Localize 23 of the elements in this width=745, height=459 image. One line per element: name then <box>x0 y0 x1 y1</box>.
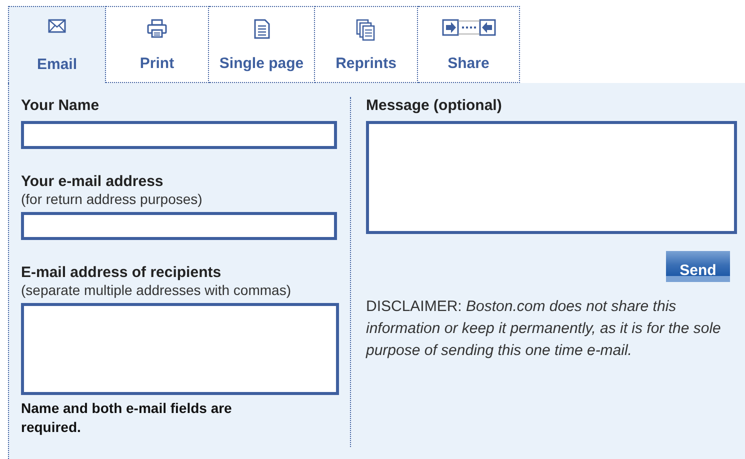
field-label: Message (optional) <box>366 97 503 114</box>
field-hint: (separate multiple addresses with commas) <box>21 282 292 298</box>
tab[interactable]: Reprints <box>315 6 418 83</box>
envelope-icon <box>48 19 66 33</box>
disclaimer-text: DISCLAIMER: Boston.com does not share this information or keep it permanently, as it is for the sole purpose of sending this one time e-mail. <box>366 297 722 361</box>
field-label: Your e-mail address <box>21 173 164 190</box>
text-area[interactable] <box>21 303 339 395</box>
text-field[interactable] <box>21 121 337 149</box>
documents-icon <box>356 19 376 41</box>
required-note: Name and both e-mail fields are required. <box>21 399 233 437</box>
field-label: E-mail address of recipients <box>21 264 222 281</box>
tab[interactable]: Share <box>418 6 520 83</box>
tab[interactable]: Single page <box>209 6 315 83</box>
document-icon <box>252 19 270 39</box>
text-field[interactable] <box>21 212 337 240</box>
tab[interactable]: Email <box>8 6 106 83</box>
share-arrows-icon <box>442 19 496 37</box>
printer-icon <box>146 19 168 39</box>
field-hint: (for return address purposes) <box>21 191 204 207</box>
tab[interactable]: Print <box>106 6 209 83</box>
message-area[interactable] <box>366 121 737 234</box>
field-label: Your Name <box>21 97 100 114</box>
send-button[interactable]: Send <box>666 251 730 282</box>
